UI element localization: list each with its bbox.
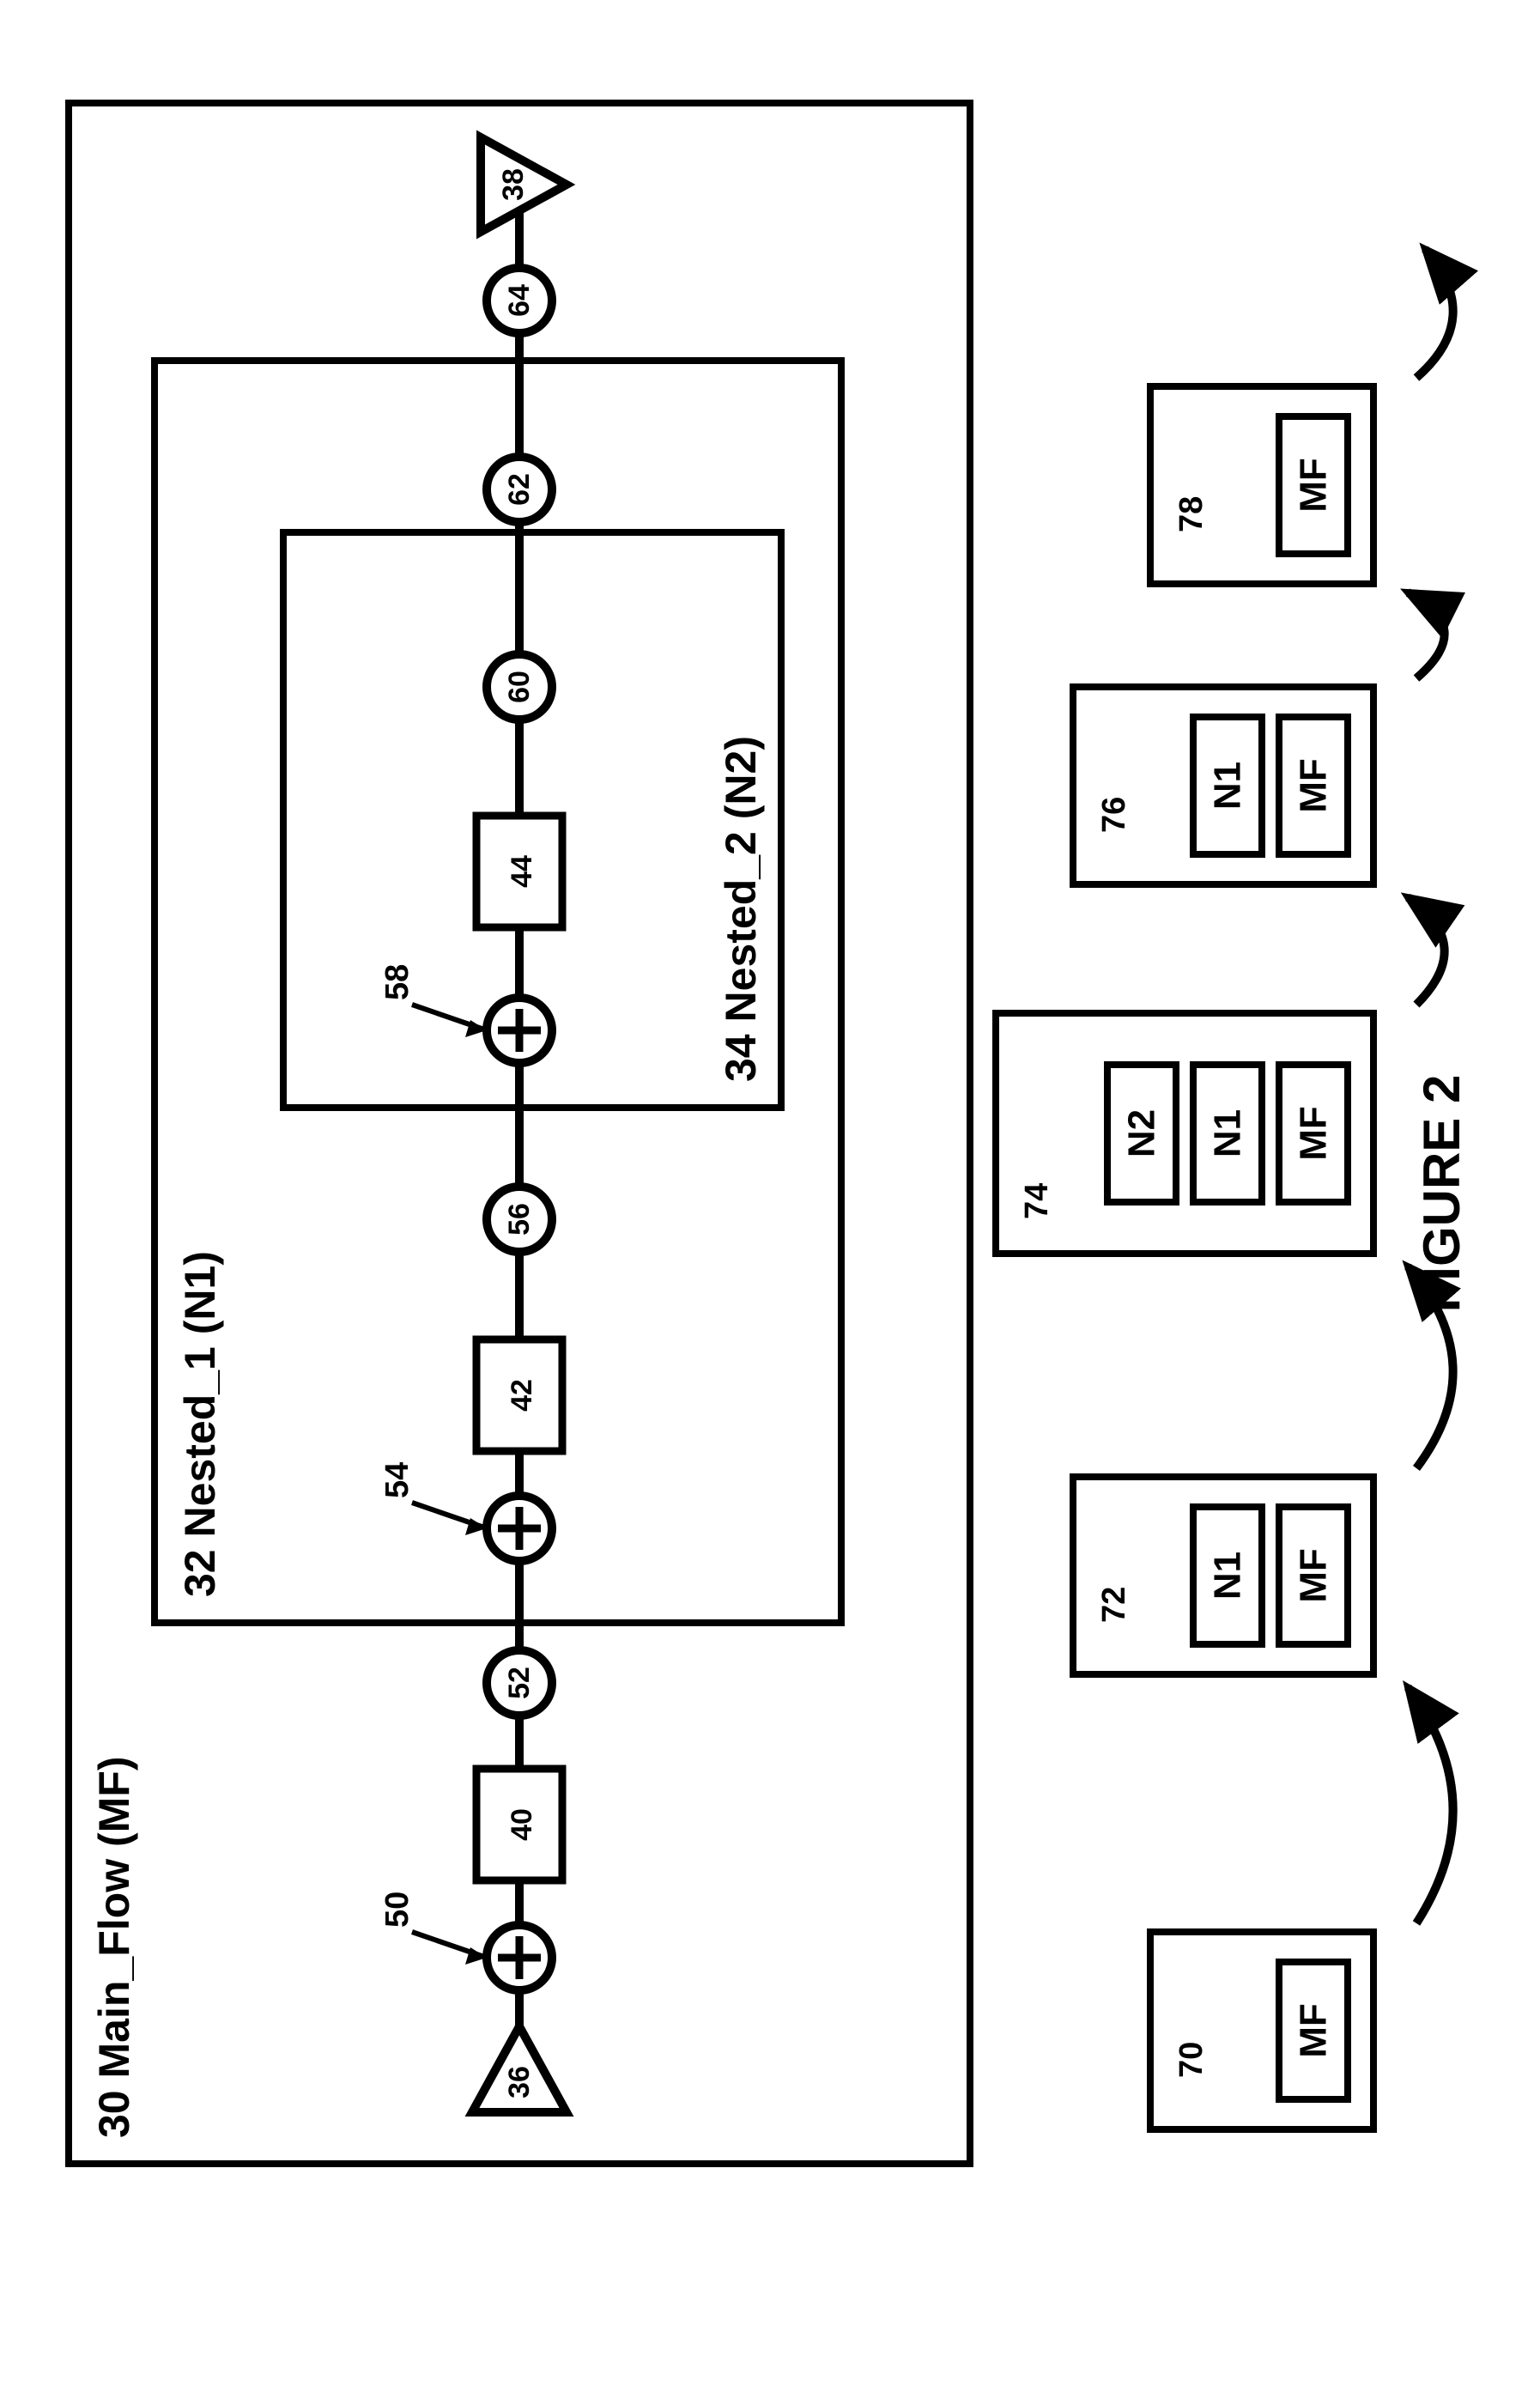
stack-diagram: 70 MF 72 N1 MF 74 N2 N1 MF 76 (996, 249, 1453, 2129)
circle-60-num: 60 (503, 671, 536, 703)
stack-78: 78 MF (1150, 386, 1373, 584)
arrow-78-out (1416, 249, 1453, 378)
ref-54: 54 (379, 1462, 415, 1498)
stack-74: 74 N2 N1 MF (996, 1013, 1373, 1254)
figure-page: 30 Main_Flow (MF) 32 Nested_1 (N1) 34 Ne… (17, 17, 1523, 2376)
circle-56-num: 56 (503, 1203, 536, 1236)
svg-text:MF: MF (1293, 2003, 1335, 2058)
end-triangle-num: 38 (497, 168, 530, 201)
svg-text:70: 70 (1173, 2042, 1210, 2078)
svg-text:76: 76 (1096, 797, 1132, 833)
main-flow-label: 30 Main_Flow (MF) (90, 1757, 138, 2138)
svg-text:N1: N1 (1207, 1552, 1249, 1600)
svg-text:MF: MF (1293, 1548, 1335, 1603)
figure-label: FIGURE 2 (1413, 1075, 1470, 1313)
nested2-label: 34 Nested_2 (N2) (717, 736, 765, 1082)
box-42-num: 42 (506, 1379, 538, 1412)
svg-text:MF: MF (1293, 1106, 1335, 1161)
svg-text:N2: N2 (1121, 1109, 1163, 1157)
svg-text:74: 74 (1019, 1183, 1055, 1219)
arrow-76-78 (1408, 592, 1445, 678)
svg-text:72: 72 (1096, 1587, 1132, 1623)
plus-node-50 (487, 1925, 552, 1990)
svg-text:MF: MF (1293, 758, 1335, 813)
circle-52-num: 52 (503, 1667, 536, 1699)
stack-70: 70 MF (1150, 1932, 1373, 2129)
diagram-svg: 30 Main_Flow (MF) 32 Nested_1 (N1) 34 Ne… (17, 17, 1523, 2376)
svg-text:N1: N1 (1207, 762, 1249, 810)
box-40-num: 40 (506, 1808, 538, 1841)
svg-text:78: 78 (1173, 496, 1210, 532)
plus-node-54 (487, 1496, 552, 1561)
svg-text:N1: N1 (1207, 1109, 1249, 1157)
start-triangle-num: 36 (503, 2066, 536, 2098)
stack-76: 76 N1 MF (1073, 687, 1373, 884)
nested1-label: 32 Nested_1 (N1) (176, 1251, 224, 1597)
arrow-70-72 (1408, 1687, 1453, 1923)
flow-diagram: 30 Main_Flow (MF) 32 Nested_1 (N1) 34 Ne… (69, 103, 970, 2164)
ref-50: 50 (379, 1892, 415, 1928)
circle-62-num: 62 (503, 473, 536, 506)
box-44-num: 44 (506, 855, 538, 888)
stack-72: 72 N1 MF (1073, 1477, 1373, 1674)
svg-text:MF: MF (1293, 458, 1335, 513)
plus-node-58 (487, 998, 552, 1063)
circle-64-num: 64 (503, 284, 536, 317)
arrow-74-76 (1408, 897, 1445, 1005)
ref-58: 58 (379, 964, 415, 1000)
figure-label-group: FIGURE 2 (1413, 1075, 1470, 1313)
